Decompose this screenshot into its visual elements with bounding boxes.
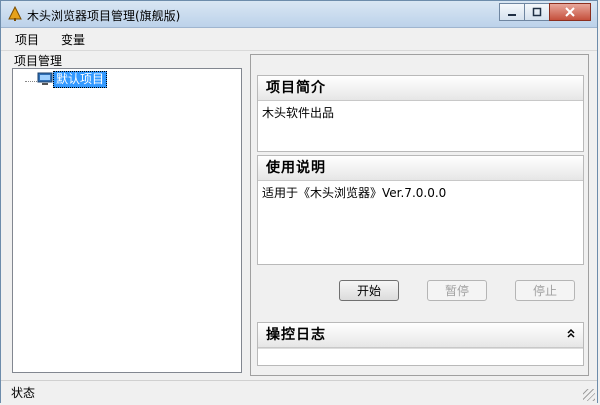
usage-section: 使用说明 适用于《木头浏览器》Ver.7.0.0.0: [257, 155, 584, 265]
monitor-icon: [37, 72, 53, 85]
app-icon: [8, 6, 22, 21]
start-button[interactable]: 开始: [339, 280, 399, 301]
window-title: 木头浏览器项目管理(旗舰版): [27, 9, 181, 23]
log-section: 操控日志: [257, 322, 584, 366]
menu-bar: 项目 变量: [1, 28, 597, 51]
maximize-icon: [532, 7, 542, 17]
usage-title: 使用说明: [258, 156, 583, 181]
project-tree[interactable]: 默认项目: [12, 68, 242, 373]
app-window: 木头浏览器项目管理(旗舰版) 项目 变量 项目管理 默认项目 项目简介 木头软件…: [0, 0, 598, 403]
status-text: 状态: [11, 386, 36, 400]
stop-button[interactable]: 停止: [515, 280, 575, 301]
intro-text: 木头软件出品: [262, 106, 335, 120]
log-content: [258, 348, 583, 365]
status-bar: 状态: [1, 380, 597, 403]
resize-grip-icon[interactable]: [583, 389, 595, 401]
project-detail-panel: 项目简介 木头软件出品 使用说明 适用于《木头浏览器》Ver.7.0.0.0 开…: [250, 54, 589, 376]
double-chevron-up-icon[interactable]: [567, 323, 575, 347]
project-manager-label: 项目管理: [14, 54, 63, 68]
pause-button[interactable]: 暂停: [427, 280, 487, 301]
maximize-button[interactable]: [524, 3, 550, 21]
menu-item-project[interactable]: 项目: [7, 31, 47, 48]
log-header[interactable]: 操控日志: [258, 323, 583, 348]
minimize-button[interactable]: [499, 3, 525, 21]
intro-section: 项目简介 木头软件出品: [257, 75, 584, 152]
menu-item-variables[interactable]: 变量: [53, 31, 93, 48]
window-controls: [499, 3, 591, 21]
title-bar[interactable]: 木头浏览器项目管理(旗舰版): [1, 1, 597, 28]
usage-text: 适用于《木头浏览器》Ver.7.0.0.0: [262, 186, 447, 200]
tree-item-default-project[interactable]: 默认项目: [53, 71, 108, 88]
close-button[interactable]: [549, 3, 591, 21]
intro-title: 项目简介: [258, 76, 583, 101]
tree-connector: [25, 81, 37, 82]
minimize-icon: [508, 14, 516, 16]
log-title: 操控日志: [266, 327, 326, 343]
close-icon: [565, 7, 575, 17]
